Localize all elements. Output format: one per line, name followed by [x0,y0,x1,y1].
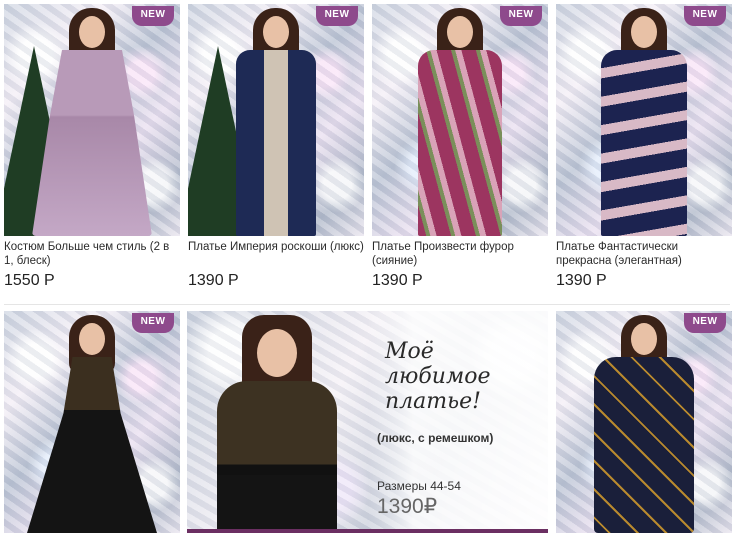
row-divider [4,304,730,305]
product-price: 1550 Р [4,272,55,289]
product-photo[interactable]: NEW [4,4,180,236]
product-photo[interactable]: NEW [4,311,180,533]
model-figure [589,4,699,236]
product-photo[interactable]: NEW [556,311,732,533]
product-card[interactable]: NEW Костюм Больше чем стиль (2 в 1, блес… [4,4,180,290]
product-title[interactable]: Платье Произвести фурор (сияние) [372,240,548,268]
product-title[interactable]: Платье Фантастически прекрасна (элегантн… [556,240,732,268]
product-price: 1390 Р [188,272,239,289]
product-photo[interactable]: NEW [372,4,548,236]
new-badge: NEW [684,313,726,333]
product-card[interactable]: NEW [556,311,732,533]
model-figure [410,4,510,236]
product-card[interactable]: NEW Платье Фантастически прекрасна (элег… [556,4,732,290]
model-figure [589,311,699,533]
product-title[interactable]: Костюм Больше чем стиль (2 в 1, блеск) [4,240,180,268]
banner-accent-bar [187,529,548,533]
product-title[interactable]: Платье Империя роскоши (люкс) [188,240,364,268]
model-figure [27,311,157,533]
new-badge: NEW [132,6,174,26]
product-photo[interactable]: NEW [556,4,732,236]
banner-price: 1390₽ [377,495,438,518]
product-card[interactable]: NEW [4,311,180,533]
banner-sizes: Размеры 44-54 [377,479,461,493]
promo-banner[interactable]: Моё любимое платье! (люкс, с ремешком) Р… [187,311,548,533]
banner-headline: Моё любимое платье! [385,339,491,414]
product-card[interactable]: NEW Платье Произвести фурор (сияние) 139… [372,4,548,290]
product-card[interactable]: NEW Платье Империя роскоши (люкс) 1390 Р [188,4,364,290]
model-figure [32,4,152,236]
new-badge: NEW [132,313,174,333]
new-badge: NEW [684,6,726,26]
model-figure [226,4,326,236]
new-badge: NEW [500,6,542,26]
banner-subtitle: (люкс, с ремешком) [377,431,494,445]
product-price: 1390 Р [556,272,607,289]
product-price: 1390 Р [372,272,423,289]
new-badge: NEW [316,6,358,26]
product-photo[interactable]: NEW [188,4,364,236]
model-figure [202,311,352,533]
